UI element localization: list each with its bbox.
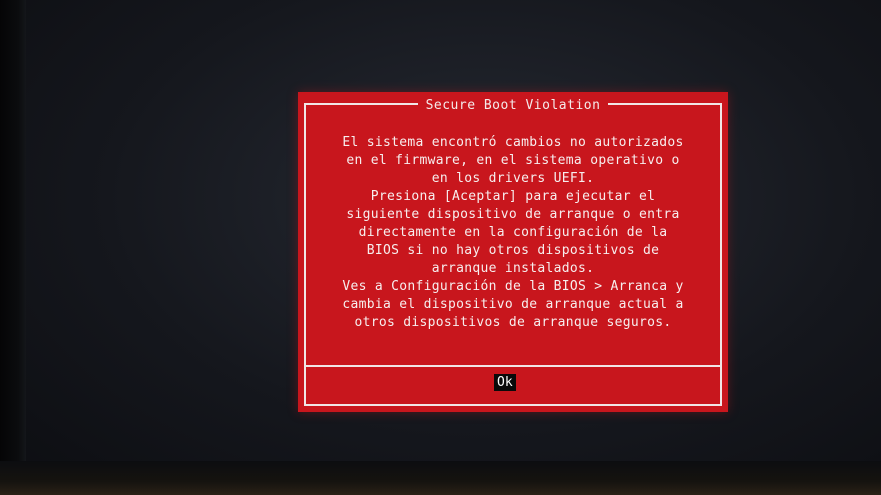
message-line: Ves a Configuración de la BIOS > Arranca… bbox=[342, 279, 684, 294]
message-line: El sistema encontró cambios no autorizad… bbox=[342, 135, 684, 150]
message-line: arranque instalados. bbox=[431, 261, 595, 276]
monitor-bezel-bottom bbox=[0, 461, 881, 495]
message-line: siguiente dispositivo de arranque o entr… bbox=[346, 207, 680, 222]
secure-boot-dialog: Secure Boot Violation El sistema encontr… bbox=[298, 92, 728, 412]
message-line: directamente en la configuración de la bbox=[358, 225, 668, 240]
dialog-divider bbox=[306, 365, 720, 367]
message-line: Presiona [Aceptar] para ejecutar el bbox=[370, 189, 656, 204]
message-line: BIOS si no hay otros dispositivos de bbox=[366, 243, 660, 258]
dialog-title-text: Secure Boot Violation bbox=[417, 98, 609, 113]
message-line: en los drivers UEFI. bbox=[431, 171, 595, 186]
dialog-message: El sistema encontró cambios no autorizad… bbox=[306, 134, 720, 332]
dialog-title: Secure Boot Violation bbox=[298, 96, 728, 114]
ok-button[interactable]: Ok bbox=[494, 374, 516, 391]
message-line: cambia el dispositivo de arranque actual… bbox=[342, 297, 684, 312]
message-line: en el firmware, en el sistema operativo … bbox=[346, 153, 680, 168]
message-line: otros dispositivos de arranque seguros. bbox=[354, 315, 672, 330]
monitor-bezel-left bbox=[0, 0, 26, 495]
